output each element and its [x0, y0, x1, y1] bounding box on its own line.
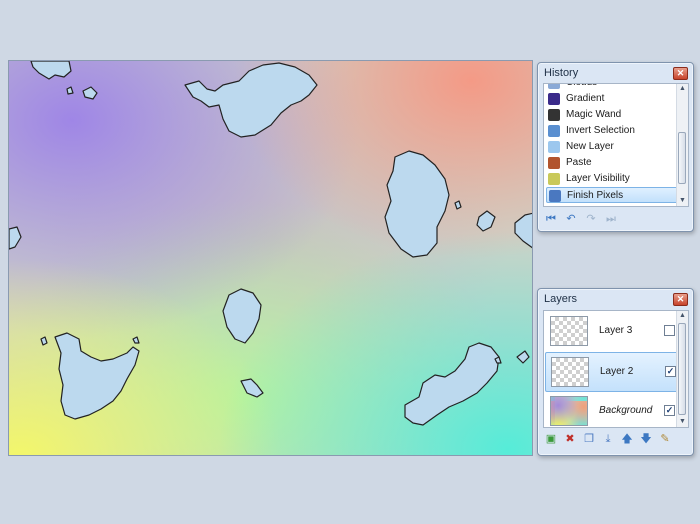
layer-visibility-checkbox[interactable]: ✓ [665, 366, 676, 377]
canvas-artwork [9, 61, 532, 455]
add-layer-button[interactable]: ▣ [544, 432, 558, 446]
history-item[interactable]: Finish Pixels [546, 187, 678, 203]
fast-forward-button[interactable]: ⏭ [604, 212, 618, 226]
history-item-label: Invert Selection [566, 125, 635, 136]
history-item[interactable]: Invert Selection [546, 123, 678, 139]
scroll-up-icon[interactable]: ▲ [677, 311, 688, 321]
move-layer-up-button[interactable]: 🡅 [620, 432, 634, 446]
history-item-label: Clouds [566, 84, 597, 91]
layer-visibility-icon [548, 173, 560, 185]
invert-selection-icon [548, 125, 560, 137]
layers-list[interactable]: Layer 3 Layer 2 ✓ Background ✓ ▲ ▼ [543, 310, 689, 428]
history-item[interactable]: Layer Visibility [546, 171, 678, 187]
layer-thumbnail [550, 316, 588, 346]
history-item[interactable]: Clouds [546, 84, 678, 91]
layer-row[interactable]: Layer 3 [545, 312, 678, 352]
history-item[interactable]: Paste [546, 155, 678, 171]
history-item-label: Paste [566, 157, 592, 168]
history-panel: History ✕ Clouds Gradient Magic Wand Invert… [537, 62, 694, 232]
layers-scrollbar[interactable]: ▲ ▼ [676, 311, 688, 427]
scroll-up-icon[interactable]: ▲ [677, 84, 688, 94]
layer-row[interactable]: Background ✓ [545, 392, 678, 427]
move-layer-down-button[interactable]: 🡇 [639, 432, 653, 446]
layers-panel-title: Layers [544, 293, 578, 305]
layer-thumbnail [551, 357, 589, 387]
history-close-button[interactable]: ✕ [673, 67, 688, 80]
merge-layer-down-button[interactable]: ⤓ [601, 432, 615, 446]
history-list[interactable]: Clouds Gradient Magic Wand Invert Selection… [543, 83, 689, 207]
new-layer-icon [548, 141, 560, 153]
image-canvas[interactable] [8, 60, 533, 456]
scroll-down-icon[interactable]: ▼ [677, 417, 688, 427]
scroll-down-icon[interactable]: ▼ [677, 196, 688, 206]
layer-visibility-checkbox[interactable]: ✓ [664, 405, 675, 416]
layer-thumbnail [550, 396, 588, 426]
scrollbar-thumb[interactable] [678, 323, 686, 415]
history-item[interactable]: Gradient [546, 91, 678, 107]
layer-name: Background [599, 405, 653, 416]
magic-wand-icon [548, 109, 560, 121]
redo-button[interactable]: ↷ [584, 212, 598, 226]
history-panel-title: History [544, 67, 579, 79]
history-item-label: Finish Pixels [567, 190, 624, 201]
gradient-icon [548, 93, 560, 105]
layers-close-button[interactable]: ✕ [673, 293, 688, 306]
history-item-label: Layer Visibility [566, 173, 630, 184]
history-item[interactable]: New Layer [546, 139, 678, 155]
rewind-button[interactable]: ⏮ [544, 212, 558, 226]
layer-name: Layer 3 [599, 325, 633, 336]
history-item-label: New Layer [566, 141, 614, 152]
layer-visibility-checkbox[interactable] [664, 325, 675, 336]
history-item[interactable]: Magic Wand [546, 107, 678, 123]
layers-panel: Layers ✕ Layer 3 Layer 2 ✓ Background ✓ ▲ ▼ … [537, 288, 694, 456]
delete-layer-button[interactable]: ✖ [563, 432, 577, 446]
layer-name: Layer 2 [600, 366, 634, 377]
history-item-label: Magic Wand [566, 109, 622, 120]
history-item-label: Gradient [566, 93, 605, 104]
scrollbar-thumb[interactable] [678, 132, 686, 184]
clouds-icon [548, 84, 560, 89]
layer-properties-button[interactable]: ✎ [658, 432, 672, 446]
paste-icon [548, 157, 560, 169]
duplicate-layer-button[interactable]: ❐ [582, 432, 596, 446]
history-scrollbar[interactable]: ▲ ▼ [676, 84, 688, 206]
layer-row[interactable]: Layer 2 ✓ [545, 352, 678, 392]
finish-pixels-icon [549, 190, 561, 202]
undo-button[interactable]: ↶ [564, 212, 578, 226]
